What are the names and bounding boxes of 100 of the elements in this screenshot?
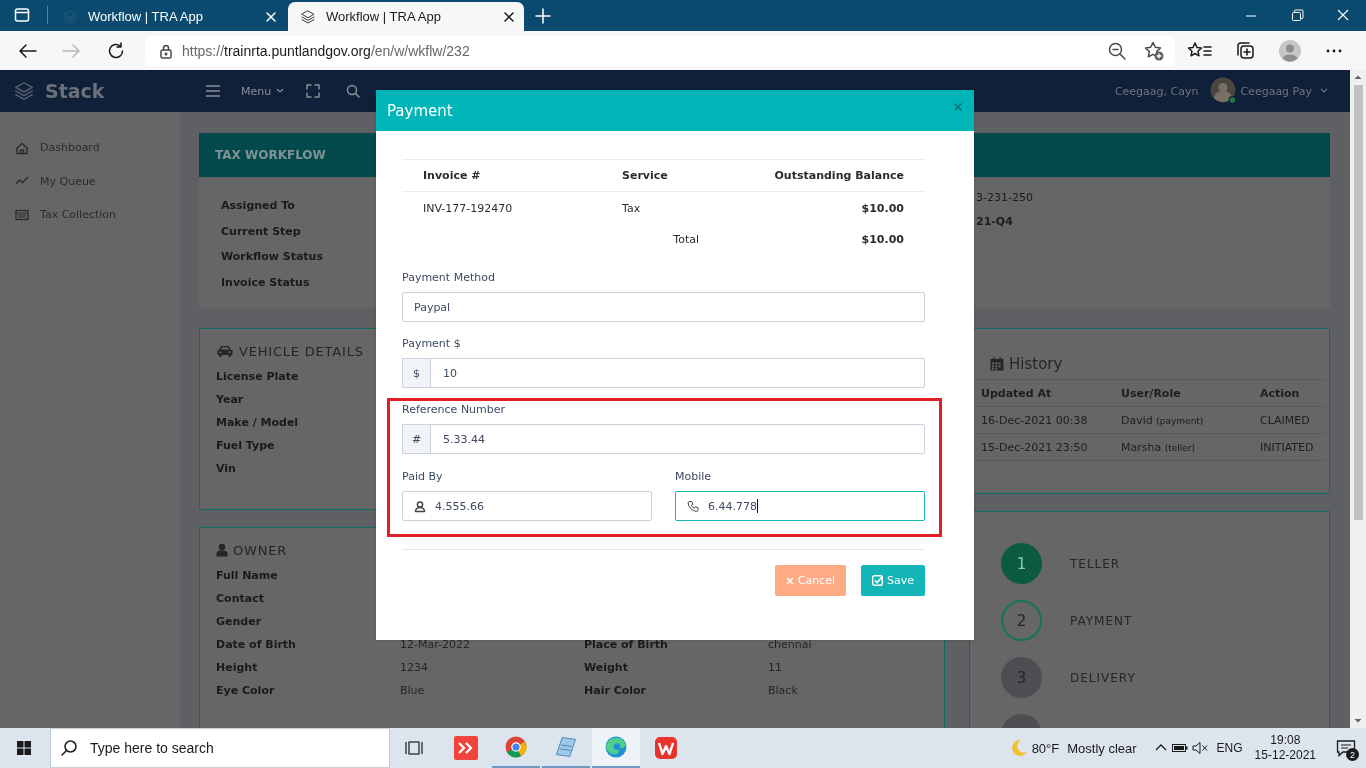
search-field[interactable]: Type here to search [50, 728, 390, 768]
field-label: Date of Birth [216, 637, 297, 653]
home-icon [15, 140, 29, 155]
menu-icon[interactable] [205, 84, 221, 98]
avatar-icon [1210, 77, 1239, 105]
table-cell-text: David (payment) [1121, 413, 1205, 427]
language-indicator[interactable]: ENG [1216, 741, 1243, 755]
checkbox-icon [872, 575, 883, 586]
input-addon: # [402, 424, 431, 454]
table-cell-text: CLAIMED [1260, 413, 1311, 427]
table-cell-text: 16-Dec-2021 00:38 [981, 413, 1089, 427]
fullscreen-icon[interactable] [306, 84, 321, 98]
field-label: License Plate [216, 369, 299, 385]
input-field[interactable]: # 5.33.44 [402, 424, 925, 454]
plus-icon[interactable] [535, 8, 551, 24]
field-label: Gender [216, 614, 263, 630]
total-value: $10.00 [860, 232, 904, 246]
caret-icon [1320, 88, 1328, 94]
field-label: Contact [216, 591, 265, 607]
column-header: Action [1260, 386, 1301, 400]
step-circle: 1 [1001, 543, 1042, 584]
column-header: Invoice # [423, 169, 482, 182]
field-label: Hair Color [584, 683, 648, 699]
input-field[interactable]: Paypal [402, 292, 925, 322]
input-field[interactable]: $ 10 [402, 358, 925, 388]
step-label: PAYMENT [1070, 613, 1133, 628]
field-label: Paid By [402, 470, 444, 484]
input-field[interactable]: 6.44.778 [675, 491, 925, 521]
card-title: OWNER [233, 542, 288, 558]
step-label: TELLER [1070, 556, 1121, 571]
user-name: Ceegaag, Cayn [1114, 84, 1199, 98]
dialog-title: Payment [387, 101, 453, 120]
column-header: User/Role [1121, 386, 1182, 400]
notification-button[interactable]: 2 [1326, 728, 1366, 768]
notification-icon [1336, 739, 1356, 757]
menu-button[interactable]: Menu [241, 84, 285, 98]
step-circle: 2 [1001, 600, 1042, 641]
field-label: Assigned To [221, 198, 295, 214]
scroll-thumb[interactable] [1353, 85, 1363, 520]
total-label: Total [672, 232, 699, 246]
star-add-icon[interactable] [1143, 39, 1165, 62]
table-cell-text: INITIATED [1260, 440, 1315, 454]
volume-muted-icon[interactable] [1190, 740, 1209, 756]
input-field[interactable]: 4.555.66 [402, 491, 652, 521]
step-label: DELIVERY [1070, 670, 1136, 685]
calendar-icon [990, 357, 1004, 371]
field-label: Weight [584, 660, 629, 676]
lock-icon [159, 42, 173, 59]
close-icon[interactable] [503, 10, 515, 23]
swirl-browser-icon[interactable] [592, 728, 640, 768]
browser-tab[interactable]: Workflow | TRA App [288, 2, 524, 31]
field-value: Black [768, 683, 799, 699]
list-icon [15, 207, 29, 222]
close-icon [785, 576, 794, 585]
car-icon [216, 344, 234, 358]
zoom-out-icon[interactable] [1107, 40, 1127, 61]
table-cell-text: Marsha (teller) [1121, 440, 1197, 454]
card-title: VEHICLE DETAILS [239, 343, 364, 359]
field-label: Payment $ [402, 337, 462, 351]
table-cell-text: $10.00 [860, 201, 904, 215]
card-title: TAX WORKFLOW [215, 148, 326, 162]
field-label: Payment Method [402, 271, 496, 285]
field-label: Mobile [675, 470, 713, 484]
field-value: 3-231-250 [976, 190, 1033, 206]
field-label: Height [216, 660, 259, 676]
clock[interactable]: 19:08 15-12-2021 [1254, 733, 1316, 763]
field-value: 11 [768, 660, 783, 676]
field-value: 12-Mar-2022 [400, 637, 471, 653]
weather-temperature[interactable]: 80°F [1031, 740, 1060, 756]
column-header: Outstanding Balance [773, 169, 904, 182]
layers-icon [300, 8, 316, 25]
column-header: Updated At [981, 386, 1053, 400]
field-label: Workflow Status [221, 249, 323, 266]
search-icon[interactable] [346, 84, 361, 98]
field-value: 1234 [400, 660, 429, 676]
scrollbar[interactable] [1350, 70, 1366, 728]
address-field[interactable]: https://trainrta.puntlandgov.org/en/w/wkflw/232 [145, 35, 1175, 66]
browser-tab[interactable]: Workflow | TRA App [50, 2, 286, 31]
table-cell-text: INV-177-192470 [423, 201, 514, 215]
field-label: Full Name [216, 568, 279, 584]
input-addon: $ [402, 358, 431, 388]
caret-icon [276, 88, 285, 94]
phone-icon [687, 499, 699, 513]
field-label: Year [216, 392, 244, 408]
layers-icon [62, 8, 78, 25]
table-cell-text: Tax [622, 201, 642, 215]
text-cursor [757, 499, 758, 513]
account-menu[interactable]: Ceegaag Pay [1240, 84, 1328, 98]
column-header: Service [622, 169, 669, 182]
field-label: Current Step [221, 223, 301, 240]
panel-icon[interactable] [14, 7, 30, 23]
search-icon [60, 739, 78, 757]
person-icon [216, 543, 228, 557]
card-title: History [1009, 355, 1063, 373]
notification-count: 2 [1346, 748, 1359, 761]
field-value: Blue [400, 683, 426, 699]
table-cell-text: 15-Dec-2021 23:50 [981, 440, 1089, 454]
weather-condition[interactable]: Mostly clear [1067, 740, 1137, 756]
field-label: Vin [216, 461, 236, 477]
layers-icon [13, 80, 35, 102]
